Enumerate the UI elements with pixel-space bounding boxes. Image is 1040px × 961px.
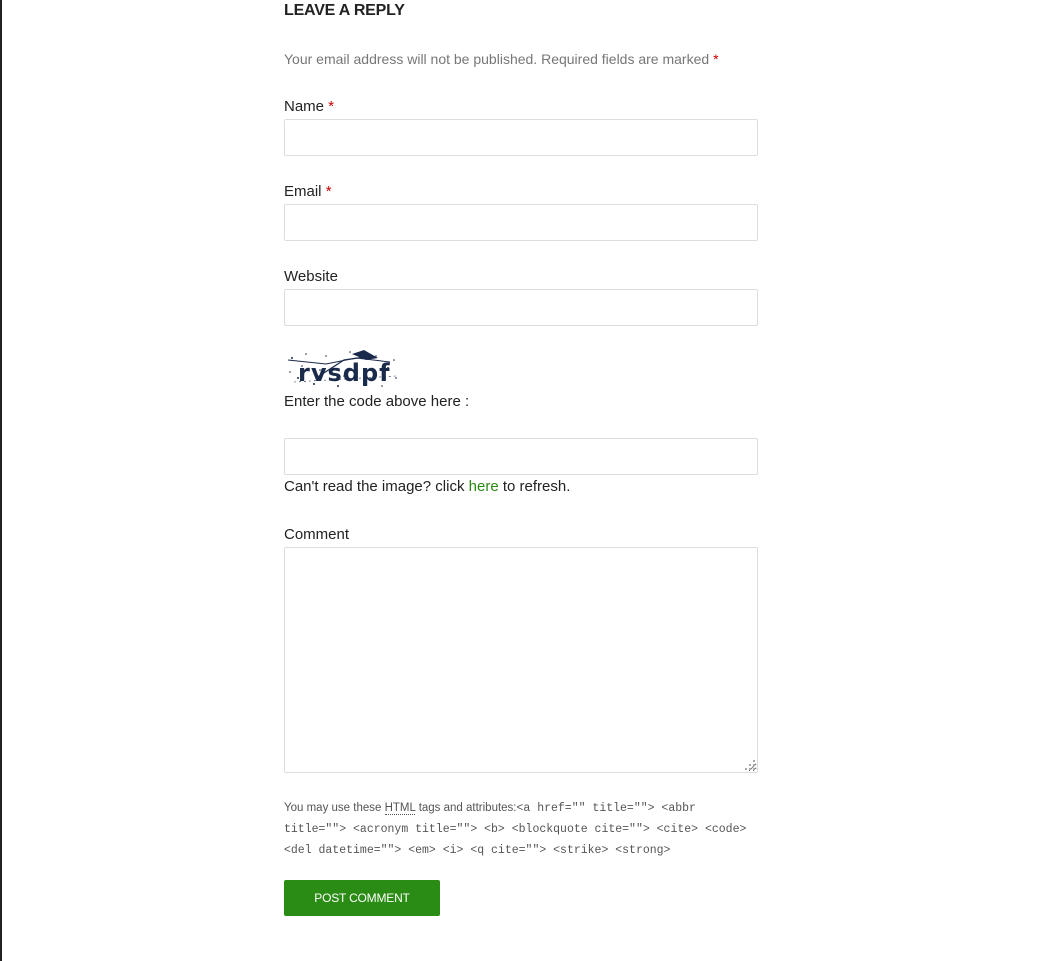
captcha-refresh-line: Can't read the image? click here to refr… [284,478,570,495]
comment-notes-text: Your email address will not be published… [284,51,710,67]
post-comment-button[interactable]: POST COMMENT [284,880,440,916]
captcha-refresh-link[interactable]: here [469,478,499,495]
refresh-suffix: to refresh. [502,478,571,495]
page-left-border [0,0,2,961]
website-label: Website [284,268,338,285]
website-label-text: Website [284,268,338,285]
reply-title: LEAVE A REPLY [284,2,405,19]
name-label: Name * [284,98,334,115]
allowed-tags-prefix: You may use these [284,802,382,814]
comment-label: Comment [284,526,350,543]
captcha-image: rvsdpf [287,350,397,387]
comment-notes: Your email address will not be published… [284,51,719,67]
name-input[interactable] [284,119,758,156]
refresh-prefix: Can't read the image? click [284,478,465,495]
comment-textarea[interactable] [284,547,758,773]
html-abbr: HTML [384,802,416,815]
captcha-input[interactable] [284,438,758,475]
captcha-text: rvsdpf [298,359,391,387]
email-label-text: Email [284,183,322,200]
allowed-tags-middle: tags and attributes: [418,802,517,814]
email-input[interactable] [284,204,758,241]
required-marker: * [713,51,719,67]
email-label: Email * [284,183,332,200]
allowed-tags-note: You may use these HTML tags and attribut… [284,798,758,861]
email-required-marker: * [325,183,332,200]
name-label-text: Name [284,98,325,115]
resize-grip-icon[interactable] [744,759,756,771]
name-required-marker: * [328,98,335,115]
website-input[interactable] [284,289,758,326]
captcha-label: Enter the code above here : [284,393,470,410]
